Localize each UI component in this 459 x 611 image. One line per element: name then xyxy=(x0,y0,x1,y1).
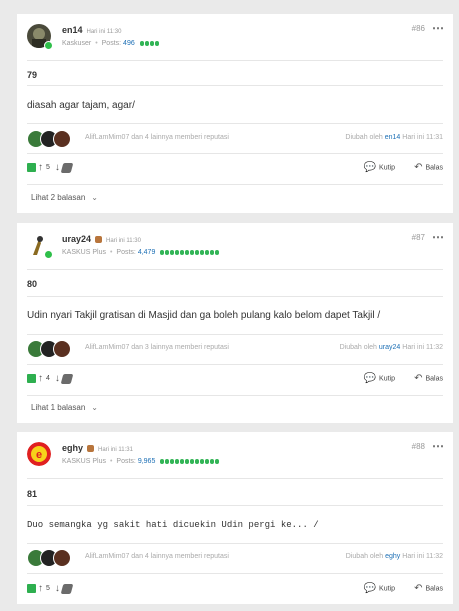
reputation-icon[interactable] xyxy=(27,374,36,383)
quote-button[interactable]: 💬 Kutip xyxy=(364,583,395,597)
edited-info: Diubah oleh en14 Hari ini 11:31 xyxy=(345,134,443,141)
user-meta: Kaskuser • Posts: 496 xyxy=(62,40,160,47)
cendol-icon[interactable] xyxy=(60,373,74,384)
post-body: Duo semangka yg sakit hati dicuekin Udin… xyxy=(27,520,319,530)
reputation-text[interactable]: AlifLamMim07 dan 3 lainnya memberi reput… xyxy=(85,344,229,351)
reputation-dots xyxy=(139,40,160,47)
more-options-icon[interactable]: ⋯ xyxy=(432,439,444,453)
quote-button[interactable]: 💬 Kutip xyxy=(364,373,395,387)
downvote-icon[interactable]: ↓ xyxy=(55,162,60,173)
edited-by-link[interactable]: uray24 xyxy=(379,344,400,351)
reputation-dots xyxy=(160,458,220,465)
svg-text:e: e xyxy=(36,449,42,461)
view-replies-link[interactable]: Lihat 1 balasan ⌄ xyxy=(31,403,98,412)
view-replies-link[interactable]: Lihat 2 balasan ⌄ xyxy=(31,193,98,202)
reputation-avatar[interactable] xyxy=(53,549,71,567)
edited-info: Diubah oleh eghy Hari ini 11:32 xyxy=(345,553,443,560)
post-header: e eghy Hari ini 11:31 KASKUS Plus • Posts: … xyxy=(27,439,444,474)
username[interactable]: en14 xyxy=(62,25,83,35)
username[interactable]: eghy xyxy=(62,443,83,453)
chevron-down-icon: ⌄ xyxy=(91,193,98,202)
edited-by-link[interactable]: eghy xyxy=(385,553,400,560)
reply-button[interactable]: ↶ Balas xyxy=(414,162,443,176)
post-header: en14 Hari ini 11:30 Kaskuser • Posts: 496 #… xyxy=(27,21,444,56)
username[interactable]: uray24 xyxy=(62,234,91,244)
reply-button[interactable]: ↶ Balas xyxy=(414,583,443,597)
reply-button[interactable]: ↶ Balas xyxy=(414,373,443,387)
action-bar: ↑ 5 ↓ 💬 Kutip ↶ Balas xyxy=(27,162,443,178)
user-rank: KASKUS Plus xyxy=(62,249,106,256)
posts-label: Posts: xyxy=(116,458,136,465)
post-time: Hari ini 11:30 xyxy=(86,29,122,35)
user-rank: KASKUS Plus xyxy=(62,458,106,465)
edited-by-link[interactable]: en14 xyxy=(385,134,401,141)
reputation-row: AlifLamMim07 dan 4 lainnya memberi reput… xyxy=(27,549,443,567)
post-body: diasah agar tajam, agar/ xyxy=(27,100,135,111)
more-options-icon[interactable]: ⋯ xyxy=(432,21,444,35)
reputation-text[interactable]: AlifLamMim07 dan 4 lainnya memberi reput… xyxy=(85,553,229,560)
posts-label: Posts: xyxy=(101,40,122,47)
vote-group: ↑ 5 ↓ xyxy=(27,162,74,176)
vote-group: ↑ 4 ↓ xyxy=(27,373,74,387)
action-bar: ↑ 4 ↓ 💬 Kutip ↶ Balas xyxy=(27,373,443,389)
post-time: Hari ini 11:30 xyxy=(106,238,141,244)
rank-badge-icon xyxy=(87,445,95,453)
online-indicator xyxy=(44,41,53,50)
post-card: uray24 Hari ini 11:30 KASKUS Plus • Posts: … xyxy=(17,223,453,423)
post-card: en14 Hari ini 11:30 Kaskuser • Posts: 496 #… xyxy=(17,14,453,213)
reputation-text[interactable]: AlifLamMim07 dan 4 lainnya memberi reput… xyxy=(85,134,229,141)
user-meta: KASKUS Plus • Posts: 4,479 xyxy=(62,249,220,256)
quote-icon: 💬 xyxy=(363,162,377,173)
posts-count: 496 xyxy=(123,40,135,47)
quote-icon: 💬 xyxy=(363,373,377,384)
online-indicator xyxy=(44,250,53,259)
reply-icon: ↶ xyxy=(414,162,423,173)
quote-button[interactable]: 💬 Kutip xyxy=(364,162,395,176)
reputation-row: AlifLamMim07 dan 3 lainnya memberi reput… xyxy=(27,340,443,358)
reputation-avatar[interactable] xyxy=(53,130,71,148)
post-card: e eghy Hari ini 11:31 KASKUS Plus • Posts: … xyxy=(17,432,453,604)
reputation-avatar[interactable] xyxy=(53,340,71,358)
post-score: 80 xyxy=(27,279,38,289)
post-header: uray24 Hari ini 11:30 KASKUS Plus • Posts: … xyxy=(27,230,444,265)
downvote-icon[interactable]: ↓ xyxy=(55,373,60,384)
vote-count: 4 xyxy=(46,375,50,382)
action-bar: ↑ 5 ↓ 💬 Kutip ↶ Balas xyxy=(27,583,443,599)
user-meta: KASKUS Plus • Posts: 9,965 xyxy=(62,458,220,465)
quote-icon: 💬 xyxy=(363,583,377,594)
reputation-dots xyxy=(160,249,220,256)
upvote-icon[interactable]: ↑ xyxy=(38,373,43,384)
avatar[interactable]: e xyxy=(27,442,51,466)
reply-icon: ↶ xyxy=(414,373,423,384)
reputation-icon[interactable] xyxy=(27,163,36,172)
post-score: 79 xyxy=(27,70,38,80)
thread-replies: en14 Hari ini 11:30 Kaskuser • Posts: 496 #… xyxy=(0,0,459,611)
post-number[interactable]: #87 xyxy=(412,233,425,242)
upvote-icon[interactable]: ↑ xyxy=(38,583,43,594)
edited-info: Diubah oleh uray24 Hari ini 11:32 xyxy=(339,344,443,351)
downvote-icon[interactable]: ↓ xyxy=(55,583,60,594)
posts-count: 4,479 xyxy=(137,249,156,256)
vote-group: ↑ 5 ↓ xyxy=(27,583,74,597)
posts-label: Posts: xyxy=(116,249,136,256)
reputation-row: AlifLamMim07 dan 4 lainnya memberi reput… xyxy=(27,130,443,148)
cendol-icon[interactable] xyxy=(60,583,74,594)
reply-icon: ↶ xyxy=(414,583,423,594)
cendol-icon[interactable] xyxy=(60,162,74,173)
posts-count: 9,965 xyxy=(137,458,156,465)
post-time: Hari ini 11:31 xyxy=(98,447,133,453)
post-score: 81 xyxy=(27,489,38,499)
vote-count: 5 xyxy=(46,585,50,592)
upvote-icon[interactable]: ↑ xyxy=(38,162,43,173)
more-options-icon[interactable]: ⋯ xyxy=(432,230,444,244)
chevron-down-icon: ⌄ xyxy=(91,403,98,412)
rank-badge-icon xyxy=(95,236,103,244)
post-number[interactable]: #88 xyxy=(412,442,425,451)
vote-count: 5 xyxy=(46,164,50,171)
user-rank: Kaskuser xyxy=(62,40,92,47)
reputation-icon[interactable] xyxy=(27,584,36,593)
post-number[interactable]: #86 xyxy=(412,24,425,33)
post-body: Udin nyari Takjil gratisan di Masjid dan… xyxy=(27,310,381,321)
